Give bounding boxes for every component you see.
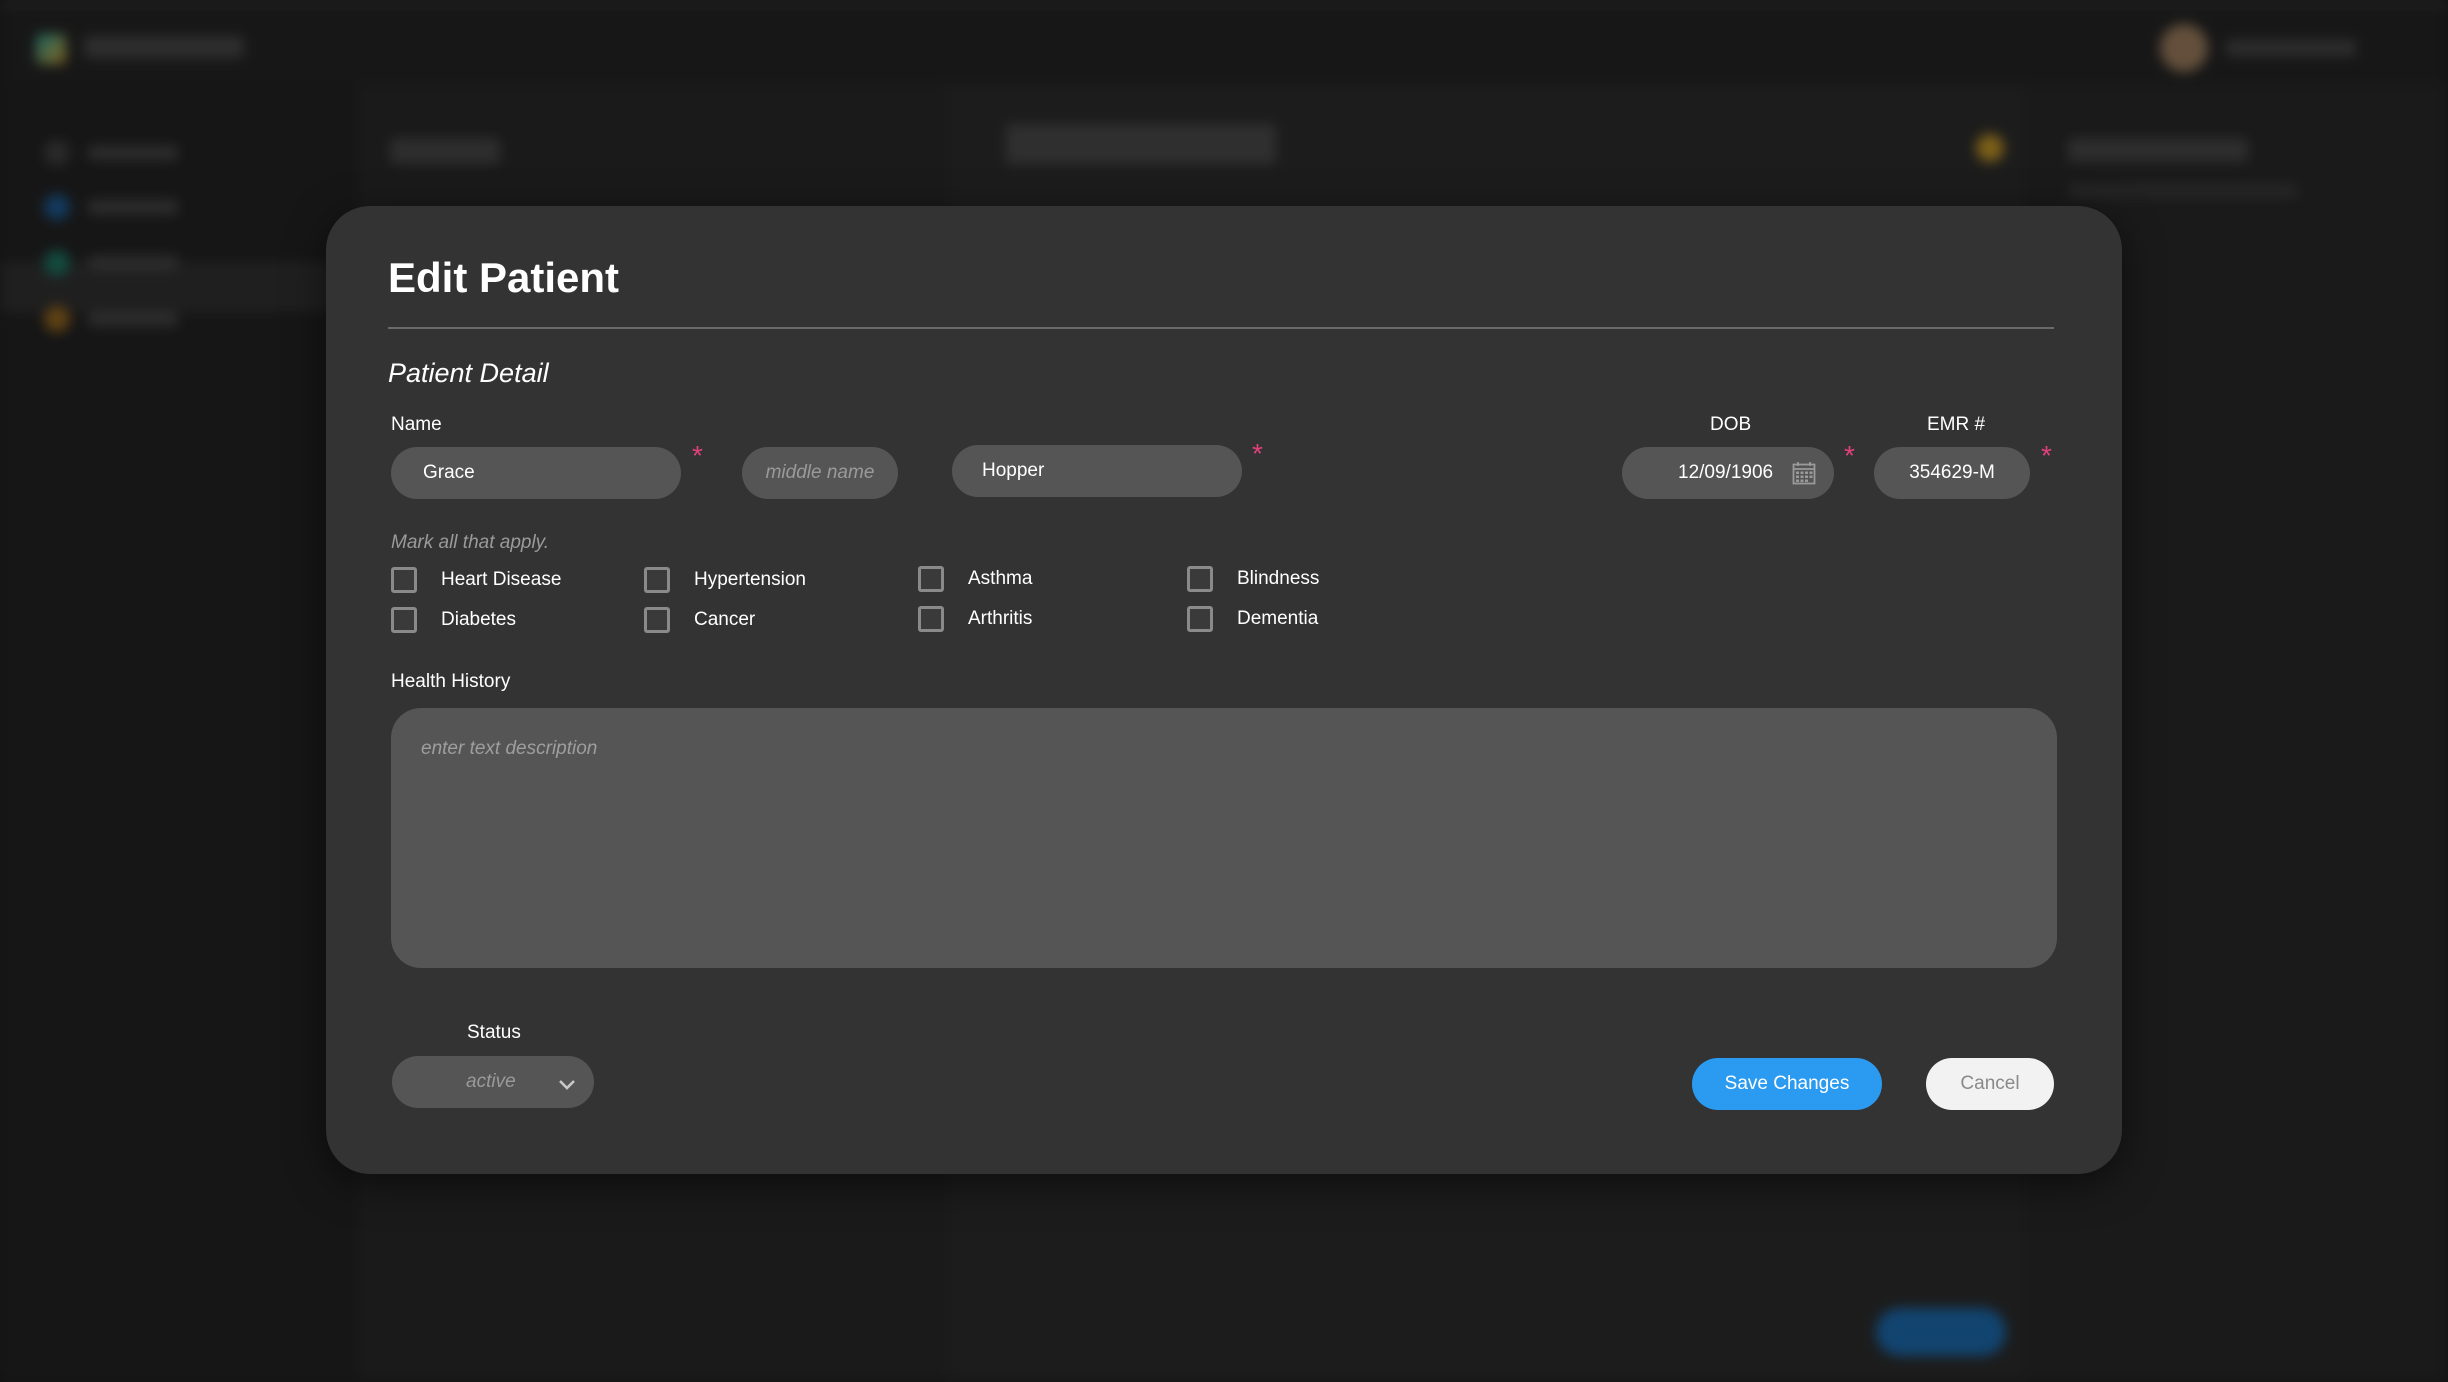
status-select[interactable]: active [392, 1056, 594, 1108]
checkbox-label: Asthma [968, 568, 1033, 589]
checkbox-cancer[interactable]: Cancer [644, 607, 755, 633]
checkbox-label: Blindness [1237, 568, 1320, 589]
required-marker: * [1252, 438, 1263, 469]
conditions-hint: Mark all that apply. [391, 532, 550, 553]
checkbox-box[interactable] [391, 567, 417, 593]
checkbox-box[interactable] [1187, 606, 1213, 632]
checkbox-box[interactable] [1187, 566, 1213, 592]
checkbox-hypertension[interactable]: Hypertension [644, 567, 806, 593]
checkbox-dementia[interactable]: Dementia [1187, 606, 1318, 632]
required-marker: * [692, 440, 703, 471]
checkbox-box[interactable] [391, 607, 417, 633]
save-changes-button[interactable]: Save Changes [1692, 1058, 1882, 1110]
name-label: Name [391, 414, 442, 435]
health-history-label: Health History [391, 671, 511, 692]
last-name-input[interactable]: Hopper [952, 445, 1242, 497]
checkbox-label: Arthritis [968, 608, 1033, 629]
checkbox-blindness[interactable]: Blindness [1187, 566, 1319, 592]
status-label: Status [467, 1022, 521, 1043]
emr-input[interactable]: 354629-M [1874, 447, 2030, 499]
dob-value: 12/09/1906 [1678, 462, 1774, 483]
checkbox-label: Diabetes [441, 609, 516, 630]
checkbox-box[interactable] [644, 607, 670, 633]
checkbox-box[interactable] [644, 567, 670, 593]
dob-label: DOB [1710, 414, 1752, 435]
modal-title: Edit Patient [388, 254, 620, 301]
emr-label: EMR # [1927, 414, 1986, 435]
title-divider [388, 327, 2054, 329]
chevron-down-icon [558, 1075, 576, 1090]
checkbox-box[interactable] [918, 606, 944, 632]
checkbox-label: Hypertension [694, 569, 806, 590]
checkbox-label: Heart Disease [441, 569, 562, 590]
checkbox-arthritis[interactable]: Arthritis [918, 606, 1032, 632]
middle-name-input[interactable]: middle name [742, 447, 898, 499]
status-value: active [466, 1071, 516, 1092]
checkbox-label: Cancer [694, 609, 756, 630]
edit-patient-modal: Edit Patient Patient Detail Name Grace *… [326, 206, 2122, 1174]
checkbox-diabetes[interactable]: Diabetes [391, 607, 516, 633]
checkbox-heart-disease[interactable]: Heart Disease [391, 567, 561, 593]
dob-input[interactable]: 12/09/1906 [1622, 447, 1834, 499]
required-marker: * [2041, 440, 2052, 471]
checkbox-asthma[interactable]: Asthma [918, 566, 1032, 592]
checkbox-label: Dementia [1237, 608, 1319, 629]
calendar-icon[interactable] [1792, 461, 1816, 485]
required-marker: * [1844, 440, 1855, 471]
checkbox-box[interactable] [918, 566, 944, 592]
cancel-button[interactable]: Cancel [1926, 1058, 2054, 1110]
first-name-input[interactable]: Grace [391, 447, 681, 499]
section-title: Patient Detail [388, 358, 549, 388]
health-history-textarea[interactable]: enter text description [391, 708, 2057, 968]
